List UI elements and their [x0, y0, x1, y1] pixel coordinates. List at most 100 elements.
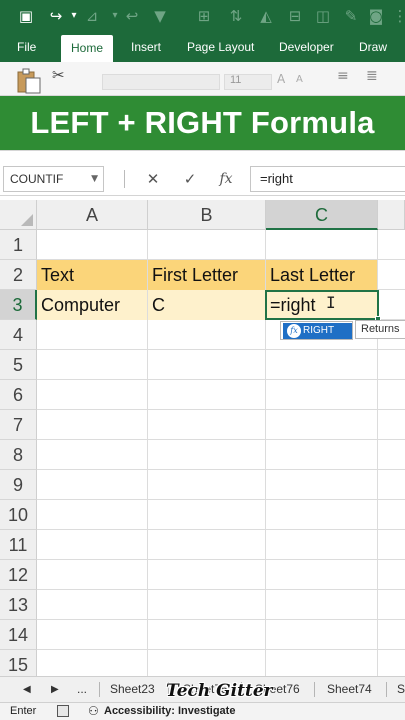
formula-separator: [124, 170, 125, 188]
row-header[interactable]: 12: [0, 560, 37, 590]
row-header[interactable]: 13: [0, 590, 37, 620]
camera-icon[interactable]: ◙: [366, 6, 386, 26]
tab-draw[interactable]: Draw: [359, 32, 387, 62]
insert-function-icon[interactable]: fx: [215, 168, 237, 190]
font-size-box[interactable]: 11: [224, 74, 272, 90]
cell-a3[interactable]: Computer: [37, 290, 147, 320]
row-header[interactable]: 2: [0, 260, 37, 290]
ribbon-tabs: File Home Insert Page Layout Developer D…: [0, 32, 405, 62]
tab-page-layout[interactable]: Page Layout: [187, 32, 254, 62]
function-autocomplete: fx RIGHT: [280, 321, 353, 340]
grow-font-icon[interactable]: A: [277, 72, 285, 86]
cell-c2[interactable]: Last Letter: [266, 260, 377, 290]
row-header[interactable]: 1: [0, 230, 37, 260]
undo-icon[interactable]: ↩: [122, 6, 142, 26]
tab-file[interactable]: File: [17, 32, 36, 62]
spreadsheet-grid: A B C 1 2 3 4 5 6 7 8 9 10 11 12 13 14 1…: [0, 200, 405, 680]
sheet-tab[interactable]: Sheet23: [110, 677, 155, 702]
quick-access-toolbar: ▣ ↪ ▾ ⊿ ▾ ↩ ▼ ⊞ ⇅ ◭ ⊟ ◫ ✎ ◙ ⋮: [0, 0, 405, 32]
sheet-tab[interactable]: S: [397, 677, 405, 702]
tab-separator: [99, 682, 100, 697]
column-header-a[interactable]: A: [37, 200, 148, 230]
tab-insert[interactable]: Insert: [131, 32, 161, 62]
autocomplete-item-label: RIGHT: [303, 325, 335, 336]
cell-b3[interactable]: C: [148, 290, 265, 320]
status-bar: Enter ⚇ Accessibility: Investigate: [0, 702, 405, 720]
column-header-d[interactable]: [378, 200, 405, 230]
row-header[interactable]: 10: [0, 500, 37, 530]
row-header[interactable]: 9: [0, 470, 37, 500]
gridline: [37, 409, 405, 410]
function-tooltip: Returns: [355, 320, 405, 339]
gridline: [37, 469, 405, 470]
grid-icon[interactable]: ⊟: [285, 6, 305, 26]
gridline: [37, 529, 405, 530]
cut-icon[interactable]: ✂: [52, 66, 65, 84]
macro-recording-icon[interactable]: [57, 705, 69, 717]
gridline: [37, 649, 405, 650]
status-mode: Enter: [10, 705, 37, 717]
previous-sheet-icon[interactable]: ◀: [23, 681, 31, 699]
shrink-font-icon[interactable]: A: [296, 74, 303, 85]
ribbon-body: ✂ 11 A A ≡ ≣: [0, 62, 405, 96]
brush-icon[interactable]: ✎: [341, 6, 361, 26]
row-header[interactable]: 11: [0, 530, 37, 560]
next-sheet-icon[interactable]: ▶: [51, 681, 59, 699]
accessibility-status[interactable]: Accessibility: Investigate: [104, 703, 235, 720]
autocomplete-item-right[interactable]: fx RIGHT: [283, 323, 352, 339]
more-icon[interactable]: ⋮: [390, 6, 405, 26]
cancel-icon[interactable]: ✕: [142, 168, 164, 190]
tab-developer[interactable]: Developer: [279, 32, 334, 62]
confirm-icon[interactable]: ✓: [179, 168, 201, 190]
object-icon[interactable]: ◫: [313, 6, 333, 26]
select-all-button[interactable]: [0, 200, 37, 230]
wrap-text-icon[interactable]: ≣: [366, 68, 378, 84]
table-icon[interactable]: ⊞: [194, 6, 214, 26]
text-cursor-icon: I: [326, 293, 336, 312]
save-icon[interactable]: ▣: [16, 6, 36, 26]
tab-separator: [386, 682, 387, 697]
row-header[interactable]: 5: [0, 350, 37, 380]
ribbon-gap: [0, 150, 405, 162]
formula-bar: COUNTIF ▼ ✕ ✓ fx =right: [0, 162, 405, 196]
gridline: [37, 619, 405, 620]
row-header[interactable]: 6: [0, 380, 37, 410]
gridline: [37, 439, 405, 440]
gridline: [37, 559, 405, 560]
gridline: [37, 589, 405, 590]
watermark: Tech Gitter: [166, 681, 273, 701]
chart-icon[interactable]: ⊿: [82, 6, 102, 26]
title-banner: LEFT + RIGHT Formula: [0, 96, 405, 150]
more-sheets-button[interactable]: ...: [77, 677, 87, 702]
row-header[interactable]: 8: [0, 440, 37, 470]
column-header-c[interactable]: C: [266, 200, 378, 230]
gridline: [37, 379, 405, 380]
cell-a2[interactable]: Text: [37, 260, 147, 290]
accessibility-icon: ⚇: [88, 704, 99, 718]
row-header[interactable]: 4: [0, 320, 37, 350]
chevron-down-icon[interactable]: ▾: [64, 6, 84, 26]
tab-home[interactable]: Home: [61, 35, 114, 62]
name-box[interactable]: COUNTIF ▼: [3, 166, 104, 192]
gridline: [37, 349, 405, 350]
active-cell-border: [265, 290, 381, 322]
font-size-value: 11: [230, 74, 242, 86]
align-icon[interactable]: ≡: [337, 68, 349, 84]
filter-icon[interactable]: ▼: [150, 6, 170, 26]
row-header[interactable]: 3: [0, 290, 37, 320]
redo-icon[interactable]: ↪: [46, 6, 66, 26]
paste-icon[interactable]: [14, 68, 42, 94]
shapes-icon[interactable]: ◭: [256, 6, 276, 26]
sort-icon[interactable]: ⇅: [226, 6, 246, 26]
function-icon: fx: [287, 324, 301, 338]
row-header[interactable]: 14: [0, 620, 37, 650]
name-box-value: COUNTIF: [10, 172, 64, 186]
column-header-b[interactable]: B: [148, 200, 266, 230]
gridline: [37, 499, 405, 500]
font-name-box[interactable]: [102, 74, 220, 90]
sheet-tab[interactable]: Sheet74: [327, 677, 372, 702]
cell-b2[interactable]: First Letter: [148, 260, 265, 290]
formula-input[interactable]: =right: [250, 166, 405, 192]
row-header[interactable]: 7: [0, 410, 37, 440]
chevron-down-icon[interactable]: ▼: [91, 167, 98, 191]
